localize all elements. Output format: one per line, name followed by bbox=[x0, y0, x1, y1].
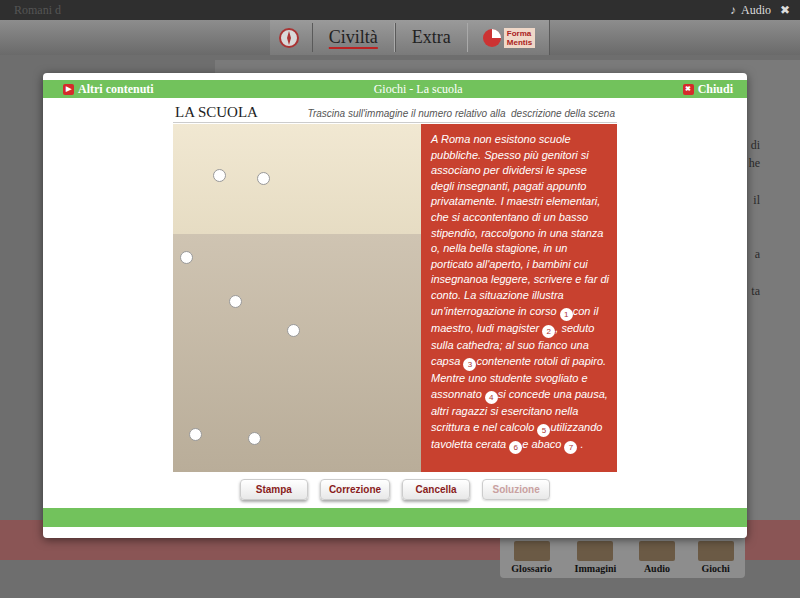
number-marker[interactable]: 1 bbox=[560, 308, 573, 321]
number-marker[interactable]: 3 bbox=[463, 358, 476, 371]
modal-title: Giochi - La scuola bbox=[374, 82, 463, 97]
drop-target[interactable] bbox=[248, 432, 261, 445]
game-modal: ▶Altri contenuti Giochi - La scuola ✖Chiud… bbox=[43, 73, 747, 538]
drop-target[interactable] bbox=[287, 324, 300, 337]
action-button[interactable]: Soluzione bbox=[482, 479, 550, 500]
close-app-icon[interactable]: ✖ bbox=[780, 3, 790, 18]
book-icon bbox=[639, 541, 675, 561]
drop-target[interactable] bbox=[257, 172, 270, 185]
audio-icon[interactable]: ♪ bbox=[730, 3, 736, 18]
toolbar-item[interactable]: Immagini bbox=[575, 541, 617, 574]
screen: Romani d ♪ Audio ✖ CiviltàExtraFormaMentis di… bbox=[0, 0, 800, 598]
page-text-fragment: ta bbox=[751, 284, 760, 299]
play-icon: ▶ bbox=[63, 84, 74, 95]
book-icon bbox=[698, 541, 734, 561]
action-button[interactable]: Correzione bbox=[320, 479, 390, 500]
page-text-fragment: he bbox=[749, 156, 760, 171]
more-content-button[interactable]: ▶Altri contenuti bbox=[63, 82, 154, 97]
action-button[interactable]: Stampa bbox=[240, 479, 308, 500]
toolbar-item[interactable]: Glossario bbox=[511, 541, 552, 574]
compass-icon[interactable] bbox=[278, 27, 300, 49]
drop-target[interactable] bbox=[213, 169, 226, 182]
school-illustration bbox=[173, 124, 421, 472]
nav-tab[interactable]: Civiltà bbox=[312, 23, 395, 52]
page-text-fragment: a bbox=[755, 247, 760, 262]
drop-target[interactable] bbox=[189, 428, 202, 441]
audio-label[interactable]: Audio bbox=[741, 3, 771, 18]
nav-bar: CiviltàExtraFormaMentis bbox=[0, 20, 800, 55]
toolbar-item[interactable]: Giochi bbox=[698, 541, 734, 574]
close-icon: ✖ bbox=[683, 84, 694, 95]
toolbar-item[interactable]: Audio bbox=[639, 541, 675, 574]
drop-target[interactable] bbox=[180, 251, 193, 264]
modal-header: ▶Altri contenuti Giochi - La scuola ✖Chiud… bbox=[43, 80, 747, 98]
number-marker[interactable]: 5 bbox=[537, 424, 550, 437]
number-marker[interactable]: 2 bbox=[542, 325, 555, 338]
action-button[interactable]: Cancella bbox=[402, 479, 470, 500]
exercise-title: LA SCUOLA bbox=[175, 104, 258, 121]
exercise-instruction: Trascina sull'immagine il numero relativ… bbox=[308, 108, 615, 119]
app-title: Romani d bbox=[14, 3, 61, 18]
modal-footer bbox=[43, 508, 747, 527]
forma-mentis-logo[interactable]: FormaMentis bbox=[468, 20, 550, 55]
app-bar: Romani d ♪ Audio ✖ bbox=[0, 0, 800, 20]
nav-tab[interactable]: Extra bbox=[395, 23, 468, 52]
number-marker[interactable]: 4 bbox=[485, 391, 498, 404]
pie-icon bbox=[482, 28, 502, 48]
drop-target[interactable] bbox=[229, 295, 242, 308]
book-icon bbox=[577, 541, 613, 561]
book-icon bbox=[514, 541, 550, 561]
number-marker[interactable]: 7 bbox=[564, 441, 577, 454]
page-text-fragment: di bbox=[751, 138, 760, 153]
close-button[interactable]: ✖Chiudi bbox=[683, 82, 733, 97]
page-text-fragment: il bbox=[753, 193, 760, 208]
description-panel: A Roma non esistono scuole pubbliche. Sp… bbox=[421, 124, 617, 472]
number-marker[interactable]: 6 bbox=[509, 441, 522, 454]
